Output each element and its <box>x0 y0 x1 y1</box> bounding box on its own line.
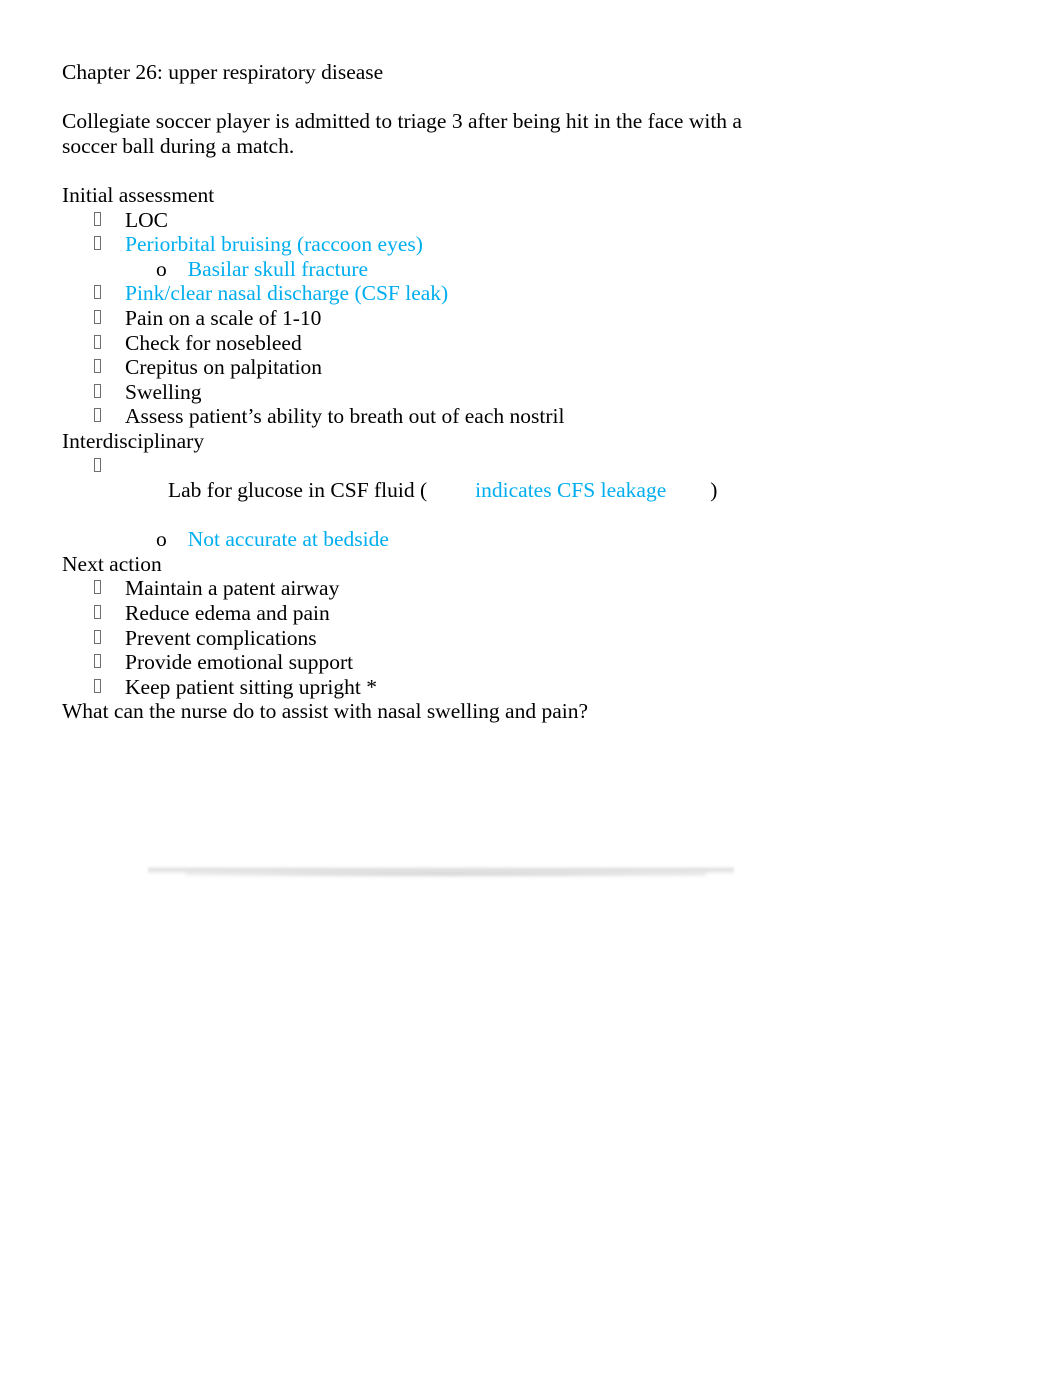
list-item: Periorbital bruising (raccoon eyes) <box>62 232 802 257</box>
sub-list-item: o Not accurate at bedside <box>62 527 802 552</box>
list-item-label: Swelling <box>125 379 202 404</box>
list-item: Maintain a patent airway <box>62 576 802 601</box>
sub-list-item-label: Basilar skull fracture <box>187 256 369 281</box>
list-item-label: Pain on a scale of 1-10 <box>125 305 322 330</box>
scan-smudge-artifact <box>148 866 734 875</box>
closing-question: What can the nurse do to assist with nas… <box>62 699 589 724</box>
section-heading-interdisciplinary: Interdisciplinary <box>62 428 205 453</box>
list-item-label: Check for nosebleed <box>125 330 302 355</box>
list-item: Swelling <box>62 380 802 405</box>
list-item: Provide emotional support <box>62 650 802 675</box>
list-item: Pink/clear nasal discharge (CSF leak) <box>62 281 802 306</box>
tofu-box-bullet-icon <box>94 605 101 620</box>
tofu-box-bullet-icon <box>94 678 101 693</box>
list-item-label: Crepitus on palpitation <box>125 355 323 380</box>
circle-o-bullet-icon: o <box>156 256 167 281</box>
tofu-box-bullet-icon <box>94 383 101 398</box>
list-item: Assess patient’s ability to breath out o… <box>62 404 802 429</box>
tofu-box-bullet-icon <box>94 285 101 300</box>
list-item: Crepitus on palpitation <box>62 355 802 380</box>
tofu-box-bullet-icon <box>94 309 101 324</box>
list-item: LOC <box>62 208 802 233</box>
list-item: Keep patient sitting upright * <box>62 675 802 700</box>
tofu-box-bullet-icon <box>94 334 101 349</box>
list-item-label: Keep patient sitting upright * <box>125 674 377 699</box>
tofu-box-bullet-icon <box>94 629 101 644</box>
lab-line-highlight: indicates CFS leakage <box>475 478 667 503</box>
section-heading-next-action: Next action <box>62 551 162 576</box>
page-title: Chapter 26: upper respiratory disease <box>62 60 384 84</box>
list-item: Reduce edema and pain <box>62 601 802 626</box>
lab-line-wrapper: Lab for glucose in CSF fluid ( indicates … <box>125 454 717 528</box>
list-item-label: Pink/clear nasal discharge (CSF leak) <box>125 281 449 306</box>
sub-list-item: o Basilar skull fracture <box>62 257 802 282</box>
tofu-box-bullet-icon <box>94 457 101 472</box>
list-item-label: Assess patient’s ability to breath out o… <box>125 404 565 429</box>
tofu-box-bullet-icon <box>94 211 101 226</box>
document-body: Chapter 26: upper respiratory disease Co… <box>62 60 802 724</box>
scenario-paragraph: Collegiate soccer player is admitted to … <box>62 109 748 158</box>
lab-line-prefix: Lab for glucose in CSF fluid ( <box>168 478 428 503</box>
list-item: Check for nosebleed <box>62 331 802 356</box>
tofu-box-bullet-icon <box>94 408 101 423</box>
list-item-label: Reduce edema and pain <box>125 601 330 626</box>
list-item: Pain on a scale of 1-10 <box>62 306 802 331</box>
scan-smudge-artifact-secondary <box>186 871 706 878</box>
tofu-box-bullet-icon <box>94 359 101 374</box>
list-item-label: Prevent complications <box>125 625 317 650</box>
tofu-box-bullet-icon <box>94 654 101 669</box>
list-item-label: Maintain a patent airway <box>125 576 340 601</box>
sub-list-item-label: Not accurate at bedside <box>187 527 389 552</box>
list-item-label: LOC <box>125 207 168 232</box>
circle-o-bullet-icon: o <box>156 527 167 552</box>
tofu-box-bullet-icon <box>94 580 101 595</box>
list-item: Prevent complications <box>62 626 802 651</box>
section-heading-initial-assessment: Initial assessment <box>62 182 215 207</box>
document-page: Chapter 26: upper respiratory disease Co… <box>0 0 1062 1377</box>
list-item-label: Provide emotional support <box>125 650 354 675</box>
list-item-label: Periorbital bruising (raccoon eyes) <box>125 232 423 257</box>
list-item-lab-glucose: Lab for glucose in CSF fluid ( indicates … <box>62 454 802 528</box>
lab-line-suffix: ) <box>710 478 718 503</box>
tofu-box-bullet-icon <box>94 236 101 251</box>
